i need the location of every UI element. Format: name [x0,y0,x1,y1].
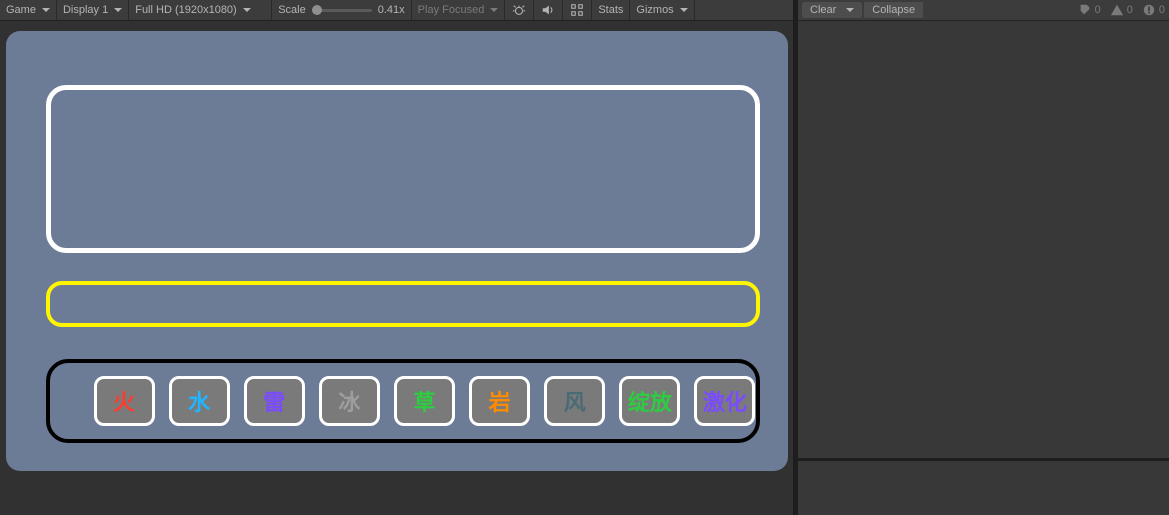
game-stage: 火 水 雷 冰 草 岩 风 绽放激化 [6,31,788,471]
element-button-label: 绽放 [628,385,672,417]
element-button[interactable]: 草 [394,376,455,426]
scale-control: Scale 0.41x [272,0,411,20]
game-view-panel: Game Display 1 Full HD (1920x1080) Scale… [0,0,793,515]
chevron-down-icon [42,8,50,12]
clear-label: Clear [810,4,836,16]
audio-button[interactable] [534,0,563,20]
element-button-label: 岩 [489,385,511,417]
element-button[interactable]: 岩 [469,376,530,426]
resolution-dropdown-label: Full HD (1920x1080) [135,4,237,16]
play-mode-label: Play Focused [418,4,485,16]
display-dropdown-label: Display 1 [63,4,108,16]
console-toolbar: Clear Collapse 0 0 [798,0,1169,21]
chevron-down-icon [680,8,688,12]
warning-icon [1109,2,1125,18]
console-body [798,21,1169,458]
gizmos-dropdown[interactable]: Gizmos [630,0,694,20]
devices-button[interactable] [563,0,592,20]
element-button[interactable]: 风 [544,376,605,426]
console-panel: Clear Collapse 0 0 [798,0,1169,515]
game-dropdown[interactable]: Game [0,0,57,20]
white-frame-large [46,85,760,253]
warn-count: 0 [1127,4,1133,16]
element-button-label: 水 [188,385,210,417]
display-dropdown[interactable]: Display 1 [57,0,129,20]
bug-icon [511,2,527,18]
chevron-down-icon [243,8,251,12]
warn-count-badge[interactable]: 0 [1109,2,1133,18]
info-count: 0 [1095,4,1101,16]
element-button-label: 雷 [263,385,285,417]
info-count-badge[interactable]: 0 [1077,2,1101,18]
grid-icon [569,2,585,18]
error-icon [1141,2,1157,18]
stats-label: Stats [598,4,623,16]
element-button-label: 草 [413,385,435,417]
chevron-down-icon [846,8,854,12]
element-button[interactable]: 雷 [244,376,305,426]
element-button[interactable]: 绽放 [619,376,680,426]
game-dropdown-label: Game [6,4,36,16]
element-button-label: 冰 [338,385,360,417]
error-count-badge[interactable]: 0 [1141,2,1165,18]
element-button[interactable]: 火 [94,376,155,426]
element-button-label: 激化 [703,385,747,417]
clear-button[interactable]: Clear [802,2,862,18]
yellow-frame [46,281,760,327]
scale-slider-thumb[interactable] [312,5,322,15]
game-stage-container: 火 水 雷 冰 草 岩 风 绽放激化 [0,21,793,515]
collapse-label: Collapse [872,4,915,16]
element-button[interactable]: 水 [169,376,230,426]
chevron-down-icon [490,8,498,12]
element-button[interactable]: 冰 [319,376,380,426]
scale-slider[interactable] [312,9,372,12]
info-icon [1077,2,1093,18]
mute-button[interactable] [505,0,534,20]
element-button-label: 火 [113,385,135,417]
stats-button[interactable]: Stats [592,0,630,20]
scale-label: Scale [278,4,306,16]
speaker-icon [540,2,556,18]
play-mode-dropdown[interactable]: Play Focused [412,0,506,20]
chevron-down-icon [114,8,122,12]
error-count: 0 [1159,4,1165,16]
resolution-dropdown[interactable]: Full HD (1920x1080) [129,0,272,20]
gizmos-label: Gizmos [636,4,673,16]
element-button-label: 风 [564,385,586,417]
element-button[interactable]: 激化 [694,376,755,426]
elements-bar: 火 水 雷 冰 草 岩 风 绽放激化 [46,359,760,443]
collapse-button[interactable]: Collapse [864,2,923,18]
scale-value: 0.41x [378,4,405,16]
game-toolbar: Game Display 1 Full HD (1920x1080) Scale… [0,0,793,21]
console-details [798,461,1169,515]
